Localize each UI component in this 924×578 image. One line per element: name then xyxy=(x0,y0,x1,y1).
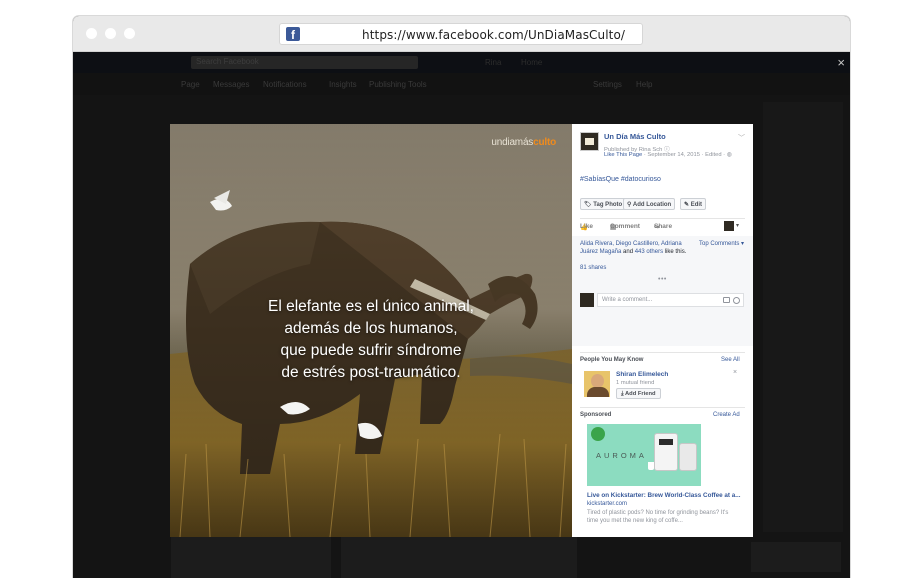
caption-line: que puede sufrir síndrome xyxy=(280,342,462,359)
chevron-down-icon[interactable]: ﹀ xyxy=(738,133,745,143)
ad-title-link[interactable]: Live on Kickstarter: Brew World-Class Co… xyxy=(587,492,747,500)
shares-count-link[interactable]: 81 shares xyxy=(580,265,606,271)
edit-button[interactable]: ✎ Edit xyxy=(680,198,707,210)
address-url: https://www.facebook.com/UnDiaMasCulto/ xyxy=(362,28,626,42)
people-you-may-know-heading: People You May Know xyxy=(580,357,644,363)
dismiss-icon[interactable]: × xyxy=(733,369,737,376)
caption-line: El elefante es el único animal, xyxy=(268,298,474,315)
brand-watermark: undiamásculto xyxy=(491,137,556,148)
add-friend-label: Add Friend xyxy=(624,391,656,397)
post-side-panel: Un Día Más Culto Published by Rina Sch ⓘ… xyxy=(572,124,753,537)
comment-label: Comment xyxy=(610,223,640,230)
close-icon[interactable]: × xyxy=(837,56,845,69)
tag-photo-button[interactable]: 🏷 Tag Photo xyxy=(580,198,627,210)
comment-input[interactable]: Write a comment... xyxy=(597,293,744,307)
likers-others-link[interactable]: 443 others xyxy=(635,249,663,255)
facebook-page-dimmed: Search Facebook Rina Home Page Messages … xyxy=(73,52,850,578)
mutual-friends[interactable]: 1 mutual friend xyxy=(616,380,654,386)
tag-photo-label: Tag Photo xyxy=(593,202,623,208)
post-meta: Like This Page · September 14, 2015 · Ed… xyxy=(604,152,732,158)
edit-label: Edit xyxy=(690,202,703,208)
photo-view[interactable]: undiamásculto El elefante es el único an… xyxy=(170,124,572,537)
facebook-favicon-icon: f xyxy=(286,27,300,42)
window-zoom-dot[interactable] xyxy=(124,28,135,39)
add-friend-button[interactable]: ⤓ Add Friend xyxy=(616,388,661,399)
window-close-dot[interactable] xyxy=(86,28,97,39)
browser-window: f https://www.facebook.com/UnDiaMasCulto… xyxy=(73,16,850,578)
add-location-label: Add Location xyxy=(632,202,672,208)
page-tabs: Page Messages Notifications Insights Pub… xyxy=(73,73,850,95)
add-location-button[interactable]: ⚲ Add Location xyxy=(623,198,676,210)
search-input[interactable]: Search Facebook xyxy=(191,56,418,69)
top-comments-dropdown[interactable]: Top Comments ▾ xyxy=(699,240,744,247)
globe-icon: ◍ xyxy=(726,152,732,158)
sticker-icon[interactable] xyxy=(733,297,740,304)
tab-insights[interactable]: Insights xyxy=(329,80,357,89)
acting-as-avatar[interactable] xyxy=(724,221,734,231)
pencil-icon: ✎ xyxy=(684,202,690,208)
search-placeholder: Search Facebook xyxy=(196,57,259,66)
tab-messages[interactable]: Messages xyxy=(213,80,249,89)
likers-and: and xyxy=(623,249,634,255)
ad-host[interactable]: kickstarter.com xyxy=(587,501,627,507)
caption-line: además de los humanos, xyxy=(284,320,458,337)
post-date[interactable]: September 14, 2015 xyxy=(647,152,700,158)
suggested-person-avatar[interactable] xyxy=(584,371,610,397)
background-chat xyxy=(751,542,841,572)
likers-tail: like this. xyxy=(664,249,687,255)
brand-part-a: undiamás xyxy=(491,137,534,148)
location-pin-icon: ⚲ xyxy=(627,202,632,208)
browser-chrome: f https://www.facebook.com/UnDiaMasCulto… xyxy=(73,16,850,52)
ad-brand-name: AUROMA xyxy=(596,451,647,460)
divider xyxy=(580,407,745,408)
caret-down-icon[interactable]: ▾ xyxy=(736,222,739,229)
ad-image[interactable]: AUROMA xyxy=(587,424,701,486)
page-avatar[interactable] xyxy=(580,132,599,151)
top-comments-label: Top Comments xyxy=(699,241,740,247)
suggested-person-name[interactable]: Shiran Elimelech xyxy=(616,371,668,378)
edited-label[interactable]: Edited xyxy=(705,152,721,158)
tag-icon: 🏷 xyxy=(584,202,592,208)
window-minimize-dot[interactable] xyxy=(105,28,116,39)
coffee-cup-image xyxy=(648,462,654,470)
sponsored-heading: Sponsored xyxy=(580,412,612,418)
brand-part-b: culto xyxy=(533,137,556,148)
photo-caption: El elefante es el único animal, además d… xyxy=(170,296,572,384)
ad-description: Tired of plastic pods? No time for grind… xyxy=(587,510,729,524)
see-all-link[interactable]: See All xyxy=(721,357,740,363)
page-name-link[interactable]: Un Día Más Culto xyxy=(604,132,666,141)
post-hashtags[interactable]: #SabíasQue #datocurioso xyxy=(580,176,661,183)
kickstarter-badge-icon xyxy=(591,427,605,441)
tab-page[interactable]: Page xyxy=(181,80,200,89)
tab-publishing-tools[interactable]: Publishing Tools xyxy=(369,80,427,89)
tab-settings[interactable]: Settings xyxy=(593,80,622,89)
add-friend-icon: ⤓ xyxy=(621,391,624,397)
like-page-link[interactable]: Like This Page xyxy=(604,152,642,158)
grinder-image xyxy=(680,444,696,470)
coffee-machine-image xyxy=(655,434,677,470)
like-label: Like xyxy=(580,223,594,230)
nav-profile[interactable]: Rina xyxy=(485,58,501,67)
commenter-avatar xyxy=(580,293,594,307)
more-comments-dots[interactable]: ••• xyxy=(658,276,667,283)
divider xyxy=(580,218,745,219)
comment-placeholder: Write a comment... xyxy=(602,297,653,303)
background-right-rail xyxy=(763,102,843,532)
share-label: Share xyxy=(654,223,673,230)
create-ad-link[interactable]: Create Ad xyxy=(713,412,740,418)
camera-icon[interactable] xyxy=(723,297,730,303)
tab-notifications[interactable]: Notifications xyxy=(263,80,307,89)
likes-summary: Alida Rivera, Diego Castillero, Adriana … xyxy=(580,240,695,256)
address-bar[interactable]: f https://www.facebook.com/UnDiaMasCulto… xyxy=(279,23,643,45)
caption-line: de estrés post-traumático. xyxy=(281,364,461,381)
nav-home[interactable]: Home xyxy=(521,58,542,67)
caret-down-icon: ▾ xyxy=(741,241,745,247)
facebook-top-bar: Search Facebook Rina Home xyxy=(73,52,850,73)
divider xyxy=(580,352,745,353)
tab-help[interactable]: Help xyxy=(636,80,652,89)
